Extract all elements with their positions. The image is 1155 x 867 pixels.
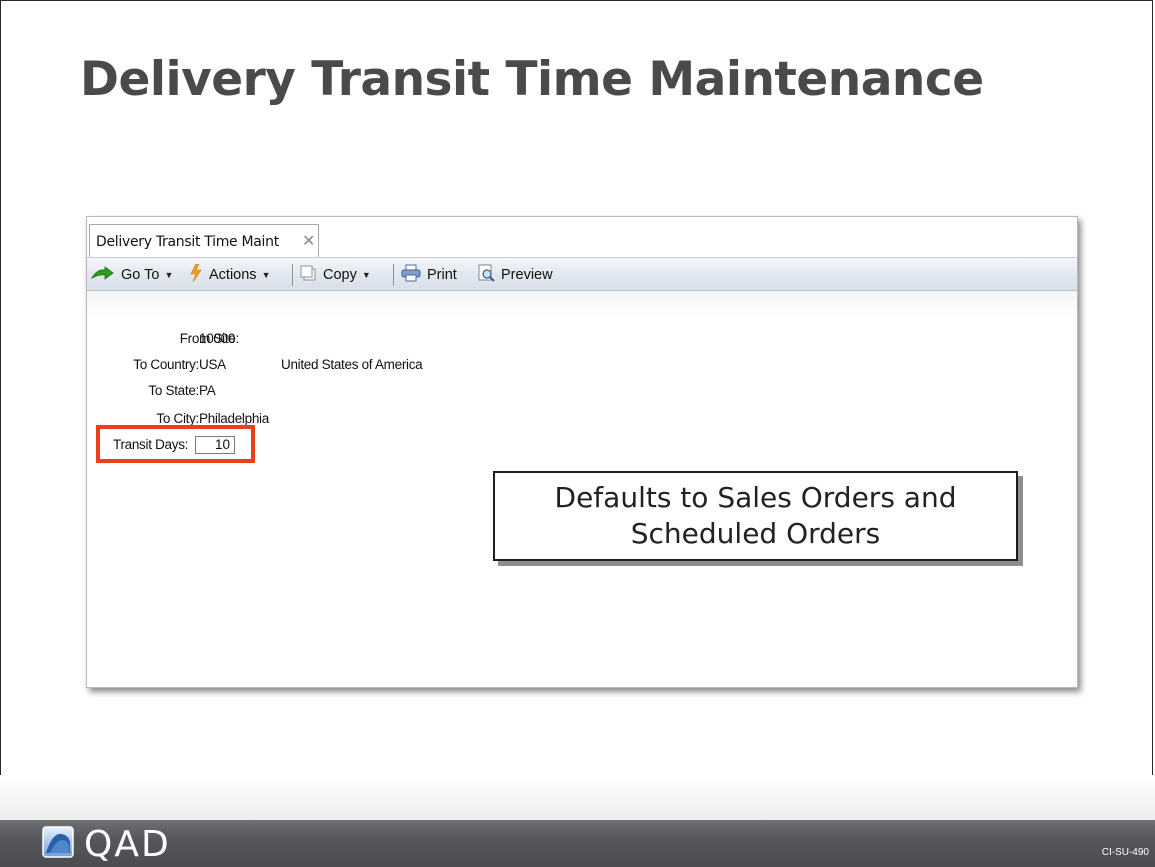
preview-label: Preview bbox=[501, 267, 553, 283]
to-country-description: United States of America bbox=[281, 357, 423, 372]
toolbar-divider bbox=[393, 264, 394, 286]
callout-box: Defaults to Sales Orders and Scheduled O… bbox=[493, 471, 1018, 561]
footer-fade bbox=[0, 775, 1155, 820]
from-site-value[interactable]: 10000 bbox=[199, 331, 235, 346]
tab-strip: Delivery Transit Time Maint ✕ bbox=[87, 217, 1077, 257]
print-button[interactable]: Print bbox=[401, 264, 457, 286]
footer-bar bbox=[0, 820, 1155, 867]
qad-logo: QAD bbox=[42, 823, 171, 865]
slide-code: CI-SU-490 bbox=[1101, 847, 1149, 858]
to-state-label: To State: bbox=[148, 383, 199, 398]
printer-icon bbox=[401, 264, 421, 286]
actions-button[interactable]: Actions ▼ bbox=[189, 263, 271, 286]
chevron-down-icon: ▼ bbox=[261, 270, 271, 280]
callout-text: Defaults to Sales Orders and Scheduled O… bbox=[554, 481, 957, 550]
tab-label: Delivery Transit Time Maint bbox=[96, 234, 279, 250]
close-icon[interactable]: ✕ bbox=[302, 231, 315, 251]
to-country-value[interactable]: USA bbox=[199, 357, 226, 372]
tab-delivery-transit-time-maint[interactable]: Delivery Transit Time Maint ✕ bbox=[89, 224, 319, 257]
goto-button[interactable]: Go To ▼ bbox=[90, 265, 174, 285]
to-state-value[interactable]: PA bbox=[199, 383, 216, 398]
print-label: Print bbox=[427, 267, 457, 283]
qad-logo-icon bbox=[42, 825, 74, 863]
preview-icon bbox=[477, 264, 495, 286]
slide-title: Delivery Transit Time Maintenance bbox=[80, 52, 984, 107]
chevron-down-icon: ▼ bbox=[361, 270, 371, 280]
toolbar-divider bbox=[292, 264, 293, 286]
to-city-value[interactable]: Philadelphia bbox=[199, 411, 269, 426]
toolbar: Go To ▼ Actions ▼ Copy ▼ Print Preview bbox=[87, 257, 1077, 291]
chevron-down-icon: ▼ bbox=[164, 270, 174, 280]
qad-logo-text: QAD bbox=[84, 823, 171, 865]
goto-arrow-icon bbox=[90, 266, 115, 284]
lightning-icon bbox=[189, 263, 203, 286]
transit-days-highlight bbox=[96, 425, 255, 463]
copy-icon bbox=[299, 264, 317, 286]
copy-button[interactable]: Copy ▼ bbox=[299, 265, 371, 285]
goto-label: Go To bbox=[121, 267, 160, 283]
to-country-label: To Country: bbox=[133, 357, 199, 372]
actions-label: Actions bbox=[209, 267, 257, 283]
to-city-label: To City: bbox=[156, 411, 199, 426]
preview-button[interactable]: Preview bbox=[477, 264, 553, 286]
copy-label: Copy bbox=[323, 267, 357, 283]
